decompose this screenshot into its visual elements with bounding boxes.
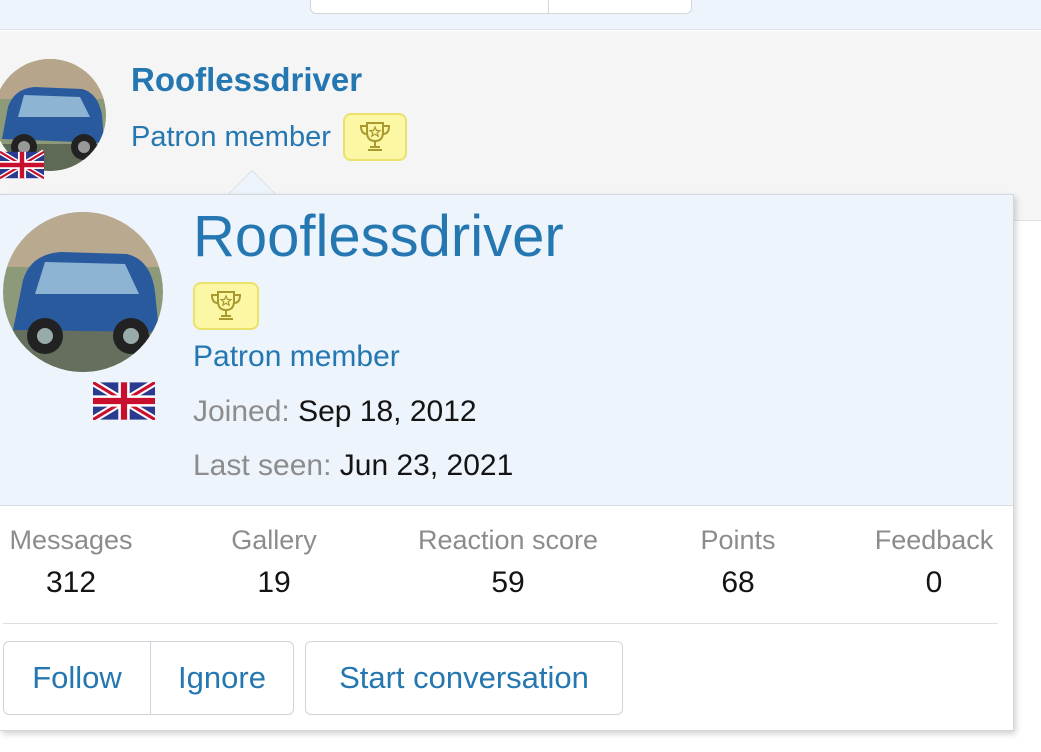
uk-flag-icon <box>93 382 155 420</box>
post-user-title: Patron member <box>131 120 331 153</box>
last-seen-label: Last seen: <box>193 449 332 482</box>
member-last-seen: Last seen: Jun 23, 2021 <box>193 449 513 483</box>
stat-label: Points <box>700 525 776 555</box>
stat-value: 0 <box>925 566 943 599</box>
top-button-left[interactable] <box>311 0 549 13</box>
stat-points[interactable]: Points 68 <box>688 525 788 600</box>
member-tooltip-header: Rooflessdriver Patron member Joined: Sep… <box>0 195 1013 506</box>
top-button-right[interactable] <box>549 0 691 13</box>
stat-label: Messages <box>9 525 133 555</box>
stat-label: Feedback <box>874 525 994 555</box>
post-user-title-row: Patron member <box>131 113 407 161</box>
stat-feedback[interactable]: Feedback 0 <box>866 525 1002 600</box>
follow-button[interactable]: Follow <box>3 641 151 715</box>
divider <box>3 623 998 624</box>
stat-reaction-score[interactable]: Reaction score 59 <box>400 525 616 600</box>
stat-gallery[interactable]: Gallery 19 <box>214 525 334 600</box>
start-conversation-button[interactable]: Start conversation <box>305 641 623 715</box>
tooltip-arrow <box>228 170 276 194</box>
member-user-title: Patron member <box>193 340 400 373</box>
page: Rooflessdriver Patron member Rooflessdri… <box>0 0 1041 752</box>
top-button-group <box>310 0 692 14</box>
stat-label: Gallery <box>231 525 317 555</box>
trophy-icon <box>342 113 407 161</box>
stat-value: 68 <box>721 566 755 599</box>
stat-value: 19 <box>257 566 291 599</box>
uk-flag-icon <box>0 149 44 181</box>
post-header: Rooflessdriver Patron member <box>0 31 1041 221</box>
trophy-icon <box>193 282 259 330</box>
member-username[interactable]: Rooflessdriver <box>193 203 564 270</box>
stat-label: Reaction score <box>417 525 599 555</box>
stat-value: 312 <box>45 566 97 599</box>
ignore-button[interactable]: Ignore <box>150 641 294 715</box>
last-seen-value: Jun 23, 2021 <box>339 449 514 482</box>
stat-value: 59 <box>491 566 525 599</box>
joined-label: Joined: <box>193 395 290 428</box>
joined-value: Sep 18, 2012 <box>298 395 477 428</box>
member-stats: Messages 312 Gallery 19 Reaction score 5… <box>0 525 1014 605</box>
member-joined: Joined: Sep 18, 2012 <box>193 395 477 429</box>
member-tooltip: Rooflessdriver Patron member Joined: Sep… <box>0 194 1014 731</box>
stat-messages[interactable]: Messages 312 <box>3 525 139 600</box>
top-toolbar <box>0 0 1041 30</box>
post-username[interactable]: Rooflessdriver <box>131 61 362 99</box>
member-avatar[interactable] <box>3 212 163 372</box>
